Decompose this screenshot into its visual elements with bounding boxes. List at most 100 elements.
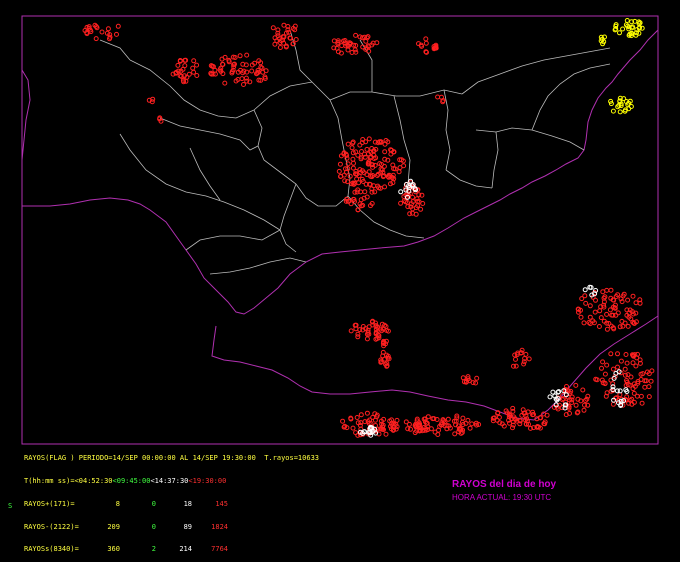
strike-mark bbox=[337, 161, 343, 167]
strike-mark bbox=[598, 315, 604, 321]
strike-mark bbox=[547, 394, 553, 400]
strike-mark bbox=[410, 210, 415, 216]
strike-mark bbox=[396, 169, 402, 175]
strike-mark bbox=[610, 366, 616, 372]
current-time: HORA ACTUAL: 19:30 UTC bbox=[452, 493, 552, 502]
strike-mark bbox=[340, 418, 346, 424]
strike-mark bbox=[114, 31, 119, 37]
row-v1: 209 bbox=[107, 522, 120, 531]
strike-mark bbox=[175, 62, 181, 68]
strike-mark bbox=[336, 168, 342, 174]
strike-mark bbox=[239, 76, 245, 82]
strike-mark bbox=[599, 365, 604, 371]
strike-mark bbox=[331, 38, 337, 44]
strike-mark bbox=[351, 160, 356, 166]
lightning-map bbox=[21, 15, 659, 445]
strike-mark bbox=[630, 360, 636, 366]
strike-mark bbox=[272, 41, 278, 47]
strike-mark bbox=[364, 146, 370, 152]
strike-mark bbox=[573, 382, 579, 388]
strike-mark bbox=[372, 189, 378, 195]
strike-mark bbox=[194, 62, 200, 68]
strike-mark bbox=[432, 429, 438, 435]
strike-mark bbox=[418, 206, 424, 212]
row-label: RAYOS+(171)= bbox=[24, 499, 75, 508]
strike-mark bbox=[194, 73, 200, 78]
strike-mark bbox=[382, 149, 388, 155]
strike-mark bbox=[398, 200, 404, 206]
strike-mark bbox=[190, 65, 196, 71]
strike-mark bbox=[592, 309, 598, 315]
strike-mark bbox=[583, 300, 589, 306]
strike-mark bbox=[382, 184, 388, 190]
strike-mark bbox=[587, 303, 593, 309]
strike-mark bbox=[615, 351, 620, 357]
strike-mark bbox=[467, 425, 473, 431]
strike-mark bbox=[633, 300, 639, 306]
strike-mark bbox=[354, 415, 360, 420]
strike-mark bbox=[580, 387, 586, 393]
strike-mark bbox=[624, 360, 630, 366]
strike-mark bbox=[608, 351, 614, 357]
strike-mark bbox=[630, 293, 636, 299]
strike-mark bbox=[406, 421, 412, 427]
strike-mark bbox=[105, 26, 111, 32]
strike-mark bbox=[348, 328, 354, 334]
strike-mark bbox=[617, 30, 622, 36]
strike-mark bbox=[604, 326, 610, 332]
strike-mark bbox=[212, 67, 218, 73]
row-v4: 145 bbox=[215, 499, 228, 508]
stats-row: RAYOS+(171)= 8 0 18 145 bbox=[24, 499, 319, 509]
row-label: RAYOS-(2122)= bbox=[24, 522, 79, 531]
strike-mark bbox=[372, 417, 378, 423]
strike-mark bbox=[615, 310, 621, 316]
strike-mark bbox=[625, 297, 631, 303]
map-title: RAYOS del dia de hoy bbox=[452, 479, 557, 490]
strike-mark bbox=[581, 320, 587, 326]
row-v2: 2 bbox=[151, 545, 156, 554]
strike-mark bbox=[445, 416, 451, 422]
strike-mark bbox=[383, 431, 389, 437]
row-v2: 0 bbox=[151, 499, 156, 508]
strike-mark bbox=[625, 323, 631, 329]
time-c: <14:37:30 bbox=[150, 476, 189, 485]
strike-mark bbox=[581, 407, 587, 413]
stats-time-row: T(hh:mm ss)= <04:52:30 <09:45:00 <14:37:… bbox=[24, 476, 319, 486]
strike-mark bbox=[358, 412, 364, 418]
stats-header: RAYOS(FLAG ) PERIODO=14/SEP 00:00:00 AL … bbox=[24, 454, 320, 463]
strike-mark bbox=[620, 26, 626, 32]
strike-mark bbox=[435, 94, 441, 100]
strike-mark bbox=[420, 201, 426, 206]
strike-mark bbox=[99, 29, 105, 35]
strike-mark bbox=[618, 358, 624, 364]
strike-mark bbox=[622, 366, 628, 372]
strike-mark bbox=[345, 47, 351, 53]
map-frame bbox=[21, 15, 659, 445]
strike-mark bbox=[364, 336, 370, 342]
strike-mark bbox=[401, 163, 407, 169]
row-v3: 214 bbox=[179, 545, 192, 554]
strike-mark bbox=[617, 109, 623, 115]
strike-mark bbox=[623, 352, 629, 357]
strike-mark bbox=[513, 356, 518, 362]
strike-mark bbox=[604, 311, 610, 317]
strike-mark bbox=[573, 402, 579, 408]
strike-mark bbox=[523, 351, 529, 357]
strike-mark bbox=[596, 324, 602, 329]
strike-mark bbox=[366, 136, 372, 142]
stats-row: RAYOS-(2122)= 209 0 89 1824 bbox=[24, 522, 319, 532]
strike-mark bbox=[622, 372, 628, 378]
row-v1: 8 bbox=[115, 499, 120, 508]
strike-mark bbox=[510, 425, 515, 431]
strike-mark bbox=[526, 356, 532, 362]
strike-mark bbox=[550, 389, 556, 395]
stats-row: RAYOSs(8340)= 360 2 214 7764 bbox=[24, 546, 319, 554]
strike-mark bbox=[354, 176, 360, 182]
strike-mark bbox=[350, 425, 356, 431]
strike-mark bbox=[617, 324, 623, 330]
strike-mark bbox=[423, 36, 429, 42]
strike-mark bbox=[355, 334, 361, 340]
strike-mark bbox=[277, 45, 283, 50]
strike-mark bbox=[469, 421, 475, 427]
strike-mark bbox=[559, 397, 565, 403]
